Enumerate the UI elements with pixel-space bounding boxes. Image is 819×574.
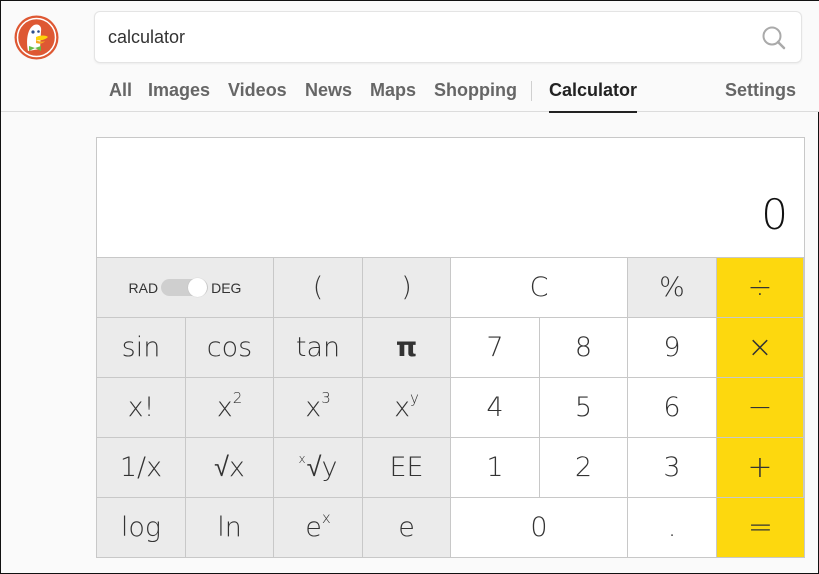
open-paren-key[interactable]: ( — [274, 258, 363, 318]
exp-base: e — [305, 512, 322, 543]
square-root-key[interactable]: √x — [186, 438, 274, 498]
tab-news[interactable]: News — [305, 80, 352, 101]
deg-label: DEG — [211, 279, 242, 296]
cos-key[interactable]: cos — [186, 318, 274, 378]
cube-exponent: 3 — [321, 388, 331, 407]
three-key[interactable]: 3 — [628, 438, 717, 498]
one-key[interactable]: 1 — [451, 438, 540, 498]
calculator-display: 0 — [97, 138, 804, 258]
ln-key[interactable]: ln — [186, 498, 274, 557]
minus-key[interactable]: − — [717, 378, 804, 438]
tab-images[interactable]: Images — [148, 80, 210, 101]
close-paren-key[interactable]: ) — [363, 258, 451, 318]
exp-key[interactable]: ex — [274, 498, 363, 557]
root-body: √y — [306, 452, 338, 483]
tab-calculator[interactable]: Calculator — [549, 80, 638, 113]
clear-key[interactable]: C — [451, 258, 628, 318]
square-key[interactable]: x2 — [186, 378, 274, 438]
search-icon[interactable] — [761, 25, 787, 51]
log-key[interactable]: log — [97, 498, 186, 557]
calculator: 0 RAD DEG ( ) C % ÷ sin cos tan π 7 8 9 … — [96, 137, 805, 558]
search-input[interactable] — [108, 12, 738, 62]
six-key[interactable]: 6 — [628, 378, 717, 438]
square-exponent: 2 — [232, 388, 243, 407]
multiply-key[interactable]: × — [717, 318, 804, 378]
equals-key[interactable]: = — [717, 498, 804, 557]
cube-key[interactable]: x3 — [274, 378, 363, 438]
tab-shopping[interactable]: Shopping — [434, 80, 517, 101]
power-base: x — [394, 392, 411, 423]
ee-key[interactable]: EE — [363, 438, 451, 498]
plus-key[interactable]: + — [717, 438, 804, 498]
factorial-key[interactable]: x! — [97, 378, 186, 438]
toggle-knob[interactable] — [188, 278, 208, 297]
nth-root-key[interactable]: x √y — [274, 438, 363, 498]
nine-key[interactable]: 9 — [628, 318, 717, 378]
e-constant-key[interactable]: e — [363, 498, 451, 557]
toggle-track[interactable] — [161, 278, 209, 297]
rad-label: RAD — [128, 279, 159, 296]
seven-key[interactable]: 7 — [451, 318, 540, 378]
settings-link[interactable]: Settings — [725, 80, 796, 101]
display-value: 0 — [761, 190, 788, 239]
root-index: x — [298, 451, 306, 466]
cube-base: x — [305, 392, 322, 423]
search-box — [94, 11, 802, 63]
duckduckgo-logo-icon[interactable] — [14, 15, 59, 60]
search-tabs-nav: All Images Videos News Maps Shopping Cal… — [1, 75, 819, 113]
nav-divider — [531, 81, 532, 101]
header: All Images Videos News Maps Shopping Cal… — [1, 1, 819, 113]
angle-mode-switch[interactable]: RAD DEG — [128, 278, 242, 297]
angle-mode-toggle[interactable]: RAD DEG — [97, 258, 274, 318]
tab-videos[interactable]: Videos — [228, 80, 287, 101]
divide-key[interactable]: ÷ — [717, 258, 804, 318]
reciprocal-key[interactable]: 1/x — [97, 438, 186, 498]
pi-key[interactable]: π — [363, 318, 451, 378]
power-exponent: y — [410, 388, 419, 407]
tan-key[interactable]: tan — [274, 318, 363, 378]
eight-key[interactable]: 8 — [540, 318, 628, 378]
two-key[interactable]: 2 — [540, 438, 628, 498]
power-key[interactable]: xy — [363, 378, 451, 438]
percent-key[interactable]: % — [628, 258, 717, 318]
exp-exponent: x — [321, 508, 331, 527]
sin-key[interactable]: sin — [97, 318, 186, 378]
five-key[interactable]: 5 — [540, 378, 628, 438]
tab-maps[interactable]: Maps — [370, 80, 416, 101]
four-key[interactable]: 4 — [451, 378, 540, 438]
decimal-key[interactable]: . — [628, 498, 717, 557]
zero-key[interactable]: 0 — [451, 498, 628, 557]
tab-all[interactable]: All — [109, 80, 132, 101]
square-base: x — [216, 392, 233, 423]
